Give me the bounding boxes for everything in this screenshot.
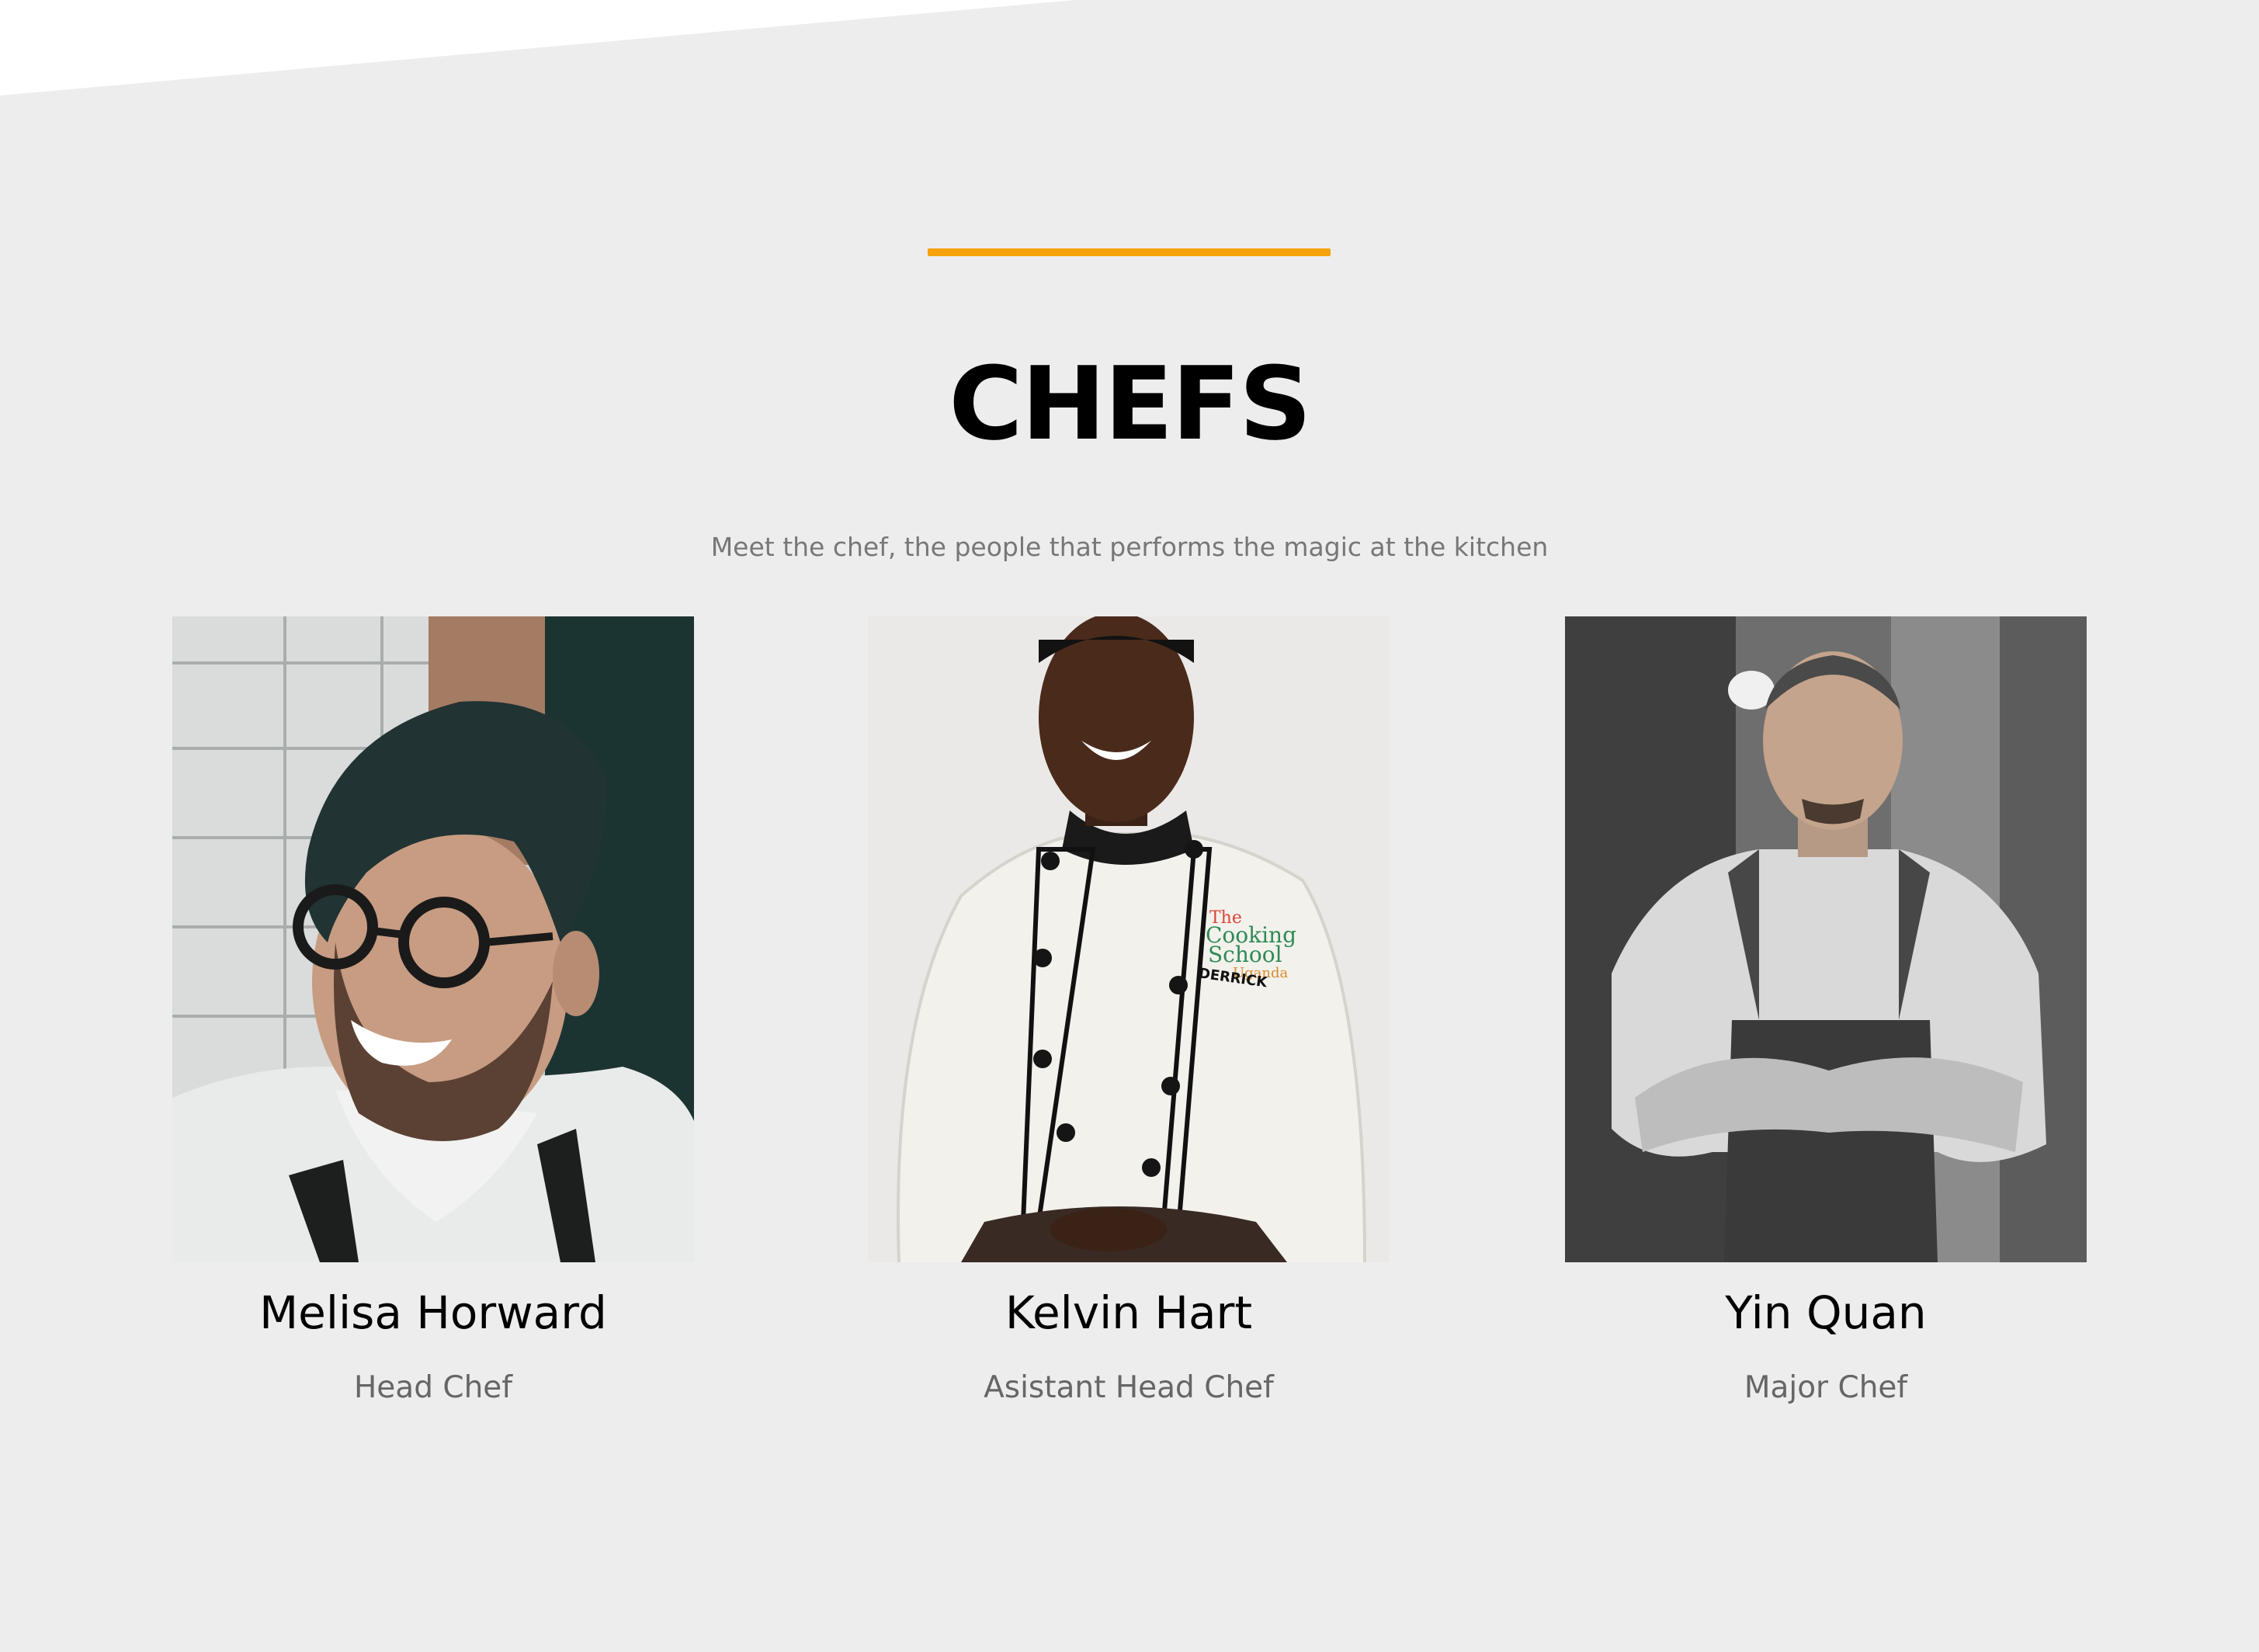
section-subtitle: Meet the chef, the people that performs … [710, 532, 1549, 562]
section-title: CHEFS [949, 345, 1311, 463]
chef-photo-kelvin-hart: The Cooking School Uganda DERRICK [868, 616, 1390, 1262]
chef-photo-melisa-horward [172, 616, 694, 1262]
chef-name: Yin Quan [1725, 1286, 1927, 1339]
jacket-logo-text: School [1208, 942, 1282, 967]
chef-card-melisa-horward: Melisa Horward Head Chef [172, 616, 694, 1411]
chef-card-yin-quan: Yin Quan Major Chef [1565, 616, 2087, 1411]
chef-role: Asistant Head Chef [984, 1370, 1274, 1405]
chef-card-kelvin-hart: The Cooking School Uganda DERRICK Kelvin… [868, 616, 1390, 1411]
chef-name: Melisa Horward [259, 1286, 607, 1339]
accent-divider [928, 248, 1331, 256]
chef-role: Head Chef [353, 1370, 513, 1405]
chefs-page: CHEFS Meet the chef, the people that per… [0, 0, 2259, 1652]
chef-photo-yin-quan [1565, 616, 2087, 1262]
chef-role: Major Chef [1744, 1370, 1908, 1405]
chef-name: Kelvin Hart [1005, 1286, 1253, 1339]
